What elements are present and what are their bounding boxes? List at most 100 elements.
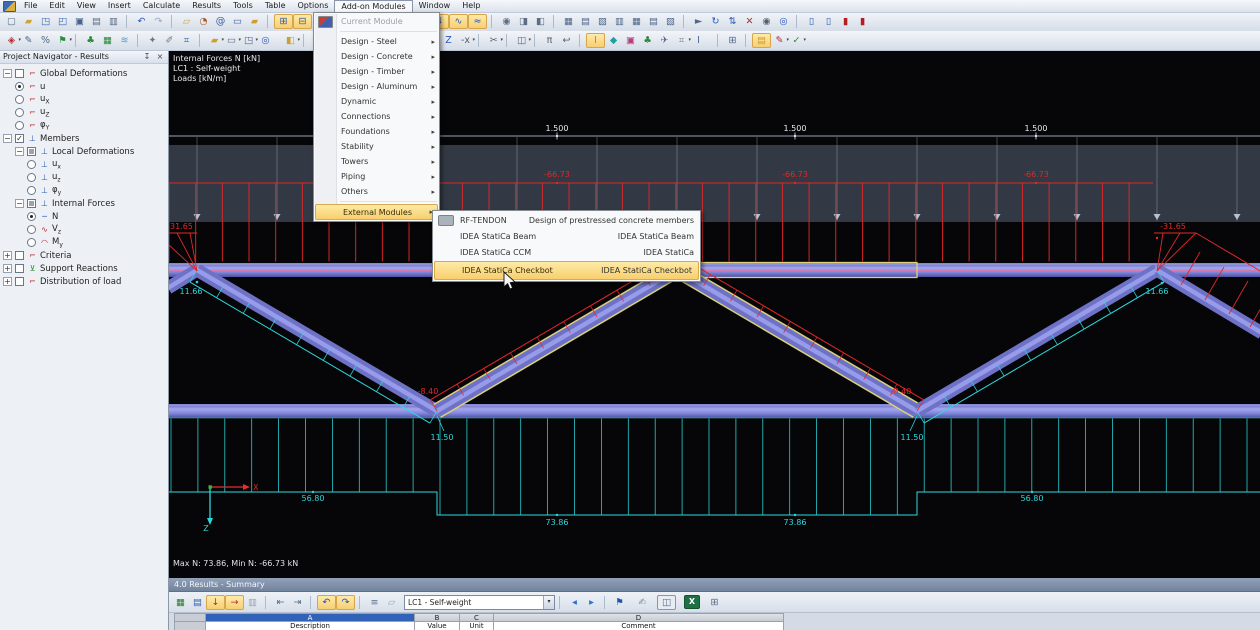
- icon-prev-case[interactable]: ◂: [566, 595, 583, 610]
- tree-item-my[interactable]: ◠My: [0, 236, 168, 249]
- icon-col-right[interactable]: ⇥: [289, 595, 306, 610]
- tree-item-uz[interactable]: ⌐uZ: [0, 106, 168, 119]
- icon-export[interactable]: ◰: [54, 14, 71, 29]
- tree-item-local-deformations[interactable]: −⊥Local Deformations: [0, 145, 168, 158]
- tree-item-u[interactable]: ⌐u: [0, 80, 168, 93]
- menu-item-external-modules[interactable]: External Modules▸: [315, 204, 438, 220]
- menu-item-others[interactable]: Others▸: [314, 184, 439, 199]
- menu-help[interactable]: Help: [456, 0, 486, 12]
- icon-droplet[interactable]: ◆: [605, 33, 622, 48]
- checkbox[interactable]: [15, 277, 24, 286]
- icon-sphere[interactable]: ◎: [257, 33, 274, 48]
- radio-button[interactable]: [15, 82, 24, 91]
- column-label-value[interactable]: Value: [415, 622, 460, 630]
- radio-button[interactable]: [27, 160, 36, 169]
- tree-item-y[interactable]: ⌐φY: [0, 119, 168, 132]
- menu-insert[interactable]: Insert: [102, 0, 137, 12]
- icon-table-7[interactable]: ▧: [662, 14, 679, 29]
- icon-monitor-2[interactable]: ▯: [820, 14, 837, 29]
- column-header-d[interactable]: D: [494, 613, 784, 622]
- icon-pdf-print-1[interactable]: ▮: [837, 14, 854, 29]
- icon-flag-tool[interactable]: ⚑▾: [54, 33, 71, 48]
- collapse-icon[interactable]: −: [15, 147, 24, 156]
- tree-item-y[interactable]: ⊥φy: [0, 184, 168, 197]
- icon-orbit[interactable]: ◎: [775, 14, 792, 29]
- icon-print[interactable]: ▤: [88, 14, 105, 29]
- menu-item-design-steel[interactable]: Design - Steel▸: [314, 34, 439, 49]
- tree-item-uz[interactable]: ⊥uz: [0, 171, 168, 184]
- table-row-header[interactable]: [174, 622, 206, 630]
- menu-options[interactable]: Options: [292, 0, 335, 12]
- icon-mouse-mode[interactable]: ◉: [758, 14, 775, 29]
- icon-undo-table[interactable]: ↶: [317, 595, 336, 610]
- collapse-icon[interactable]: −: [3, 69, 12, 78]
- column-label-comment[interactable]: Comment: [494, 622, 784, 630]
- icon-mail[interactable]: @: [212, 14, 229, 29]
- icon-folder-options[interactable]: ▰▾: [206, 33, 223, 48]
- checkbox[interactable]: [27, 147, 36, 156]
- menu-add-on-modules[interactable]: Add-on Modules: [334, 0, 412, 12]
- icon-table-view[interactable]: ⊞: [274, 14, 293, 29]
- tree-item-support-reactions[interactable]: +⊻Support Reactions: [0, 262, 168, 275]
- chevron-down-icon[interactable]: ▾: [543, 596, 554, 609]
- icon-table-off[interactable]: ▥: [244, 595, 261, 610]
- icon-mirror[interactable]: ⇅: [724, 14, 741, 29]
- column-header-b[interactable]: B: [415, 613, 460, 622]
- icon-plane[interactable]: ✈: [656, 33, 673, 48]
- icon-table-export[interactable]: ▦: [172, 595, 189, 610]
- icon-axis-z[interactable]: Z: [440, 33, 457, 48]
- icon-cube-colors[interactable]: ▣: [622, 33, 639, 48]
- loadcase-combo[interactable]: LC1 - Self-weight▾: [404, 595, 555, 610]
- icon-select-arrow[interactable]: ►: [690, 14, 707, 29]
- icon-cut[interactable]: ✂▾: [485, 33, 502, 48]
- table-corner-cell[interactable]: [174, 613, 206, 622]
- icon-chart-off[interactable]: ▱: [383, 595, 400, 610]
- icon-pencil[interactable]: ✎: [20, 33, 37, 48]
- tree-item-global-deformations[interactable]: −⌐Global Deformations: [0, 67, 168, 80]
- menu-window[interactable]: Window: [413, 0, 457, 12]
- checkbox[interactable]: [15, 69, 24, 78]
- icon-table-5[interactable]: ▦: [628, 14, 645, 29]
- icon-calculator[interactable]: ⊞: [706, 595, 723, 610]
- menu-view[interactable]: View: [71, 0, 102, 12]
- icon-table-down[interactable]: ↓: [206, 595, 225, 610]
- icon-chart-box[interactable]: ◫: [657, 595, 676, 610]
- menu-item-design-aluminum[interactable]: Design - Aluminum▸: [314, 79, 439, 94]
- icon-member-2[interactable]: Ⅰ: [690, 33, 707, 48]
- menu-results[interactable]: Results: [186, 0, 227, 12]
- icon-back[interactable]: ↩: [558, 33, 575, 48]
- icon-pen-snap[interactable]: ✐: [161, 33, 178, 48]
- menu-file[interactable]: File: [18, 0, 43, 12]
- icon-percent[interactable]: %: [37, 33, 54, 48]
- tree-item-ux[interactable]: ⊥ux: [0, 158, 168, 171]
- icon-open-folder[interactable]: ▰: [20, 14, 37, 29]
- icon-pdf-print-2[interactable]: ▮: [854, 14, 871, 29]
- icon-undo[interactable]: ↶: [133, 14, 150, 29]
- menu-edit[interactable]: Edit: [43, 0, 71, 12]
- icon-axis-neg-x[interactable]: -x▾: [457, 33, 474, 48]
- icon-clip-left[interactable]: ◨: [515, 14, 532, 29]
- icon-table-4[interactable]: ▥: [611, 14, 628, 29]
- radio-button[interactable]: [27, 225, 36, 234]
- icon-grid-options[interactable]: ⌗▾: [673, 33, 690, 48]
- tree-item-criteria[interactable]: +⌐Criteria: [0, 249, 168, 262]
- icon-redo[interactable]: ↷: [150, 14, 167, 29]
- icon-rotate-view[interactable]: ↻: [707, 14, 724, 29]
- menu-table[interactable]: Table: [259, 0, 292, 12]
- icon-section[interactable]: π: [541, 33, 558, 48]
- expand-icon[interactable]: +: [3, 251, 12, 260]
- tree-item-vz[interactable]: ∿Vz: [0, 223, 168, 236]
- expand-icon[interactable]: +: [3, 277, 12, 286]
- pin-icon[interactable]: ↧: [142, 52, 152, 61]
- submenu-item-idea-statica-checkbot[interactable]: IDEA StatiCa CheckbotIDEA StatiCa Checkb…: [434, 261, 699, 279]
- icon-panels[interactable]: ⊞: [724, 33, 741, 48]
- tree-item-n[interactable]: ─N: [0, 210, 168, 223]
- icon-visibility[interactable]: ◉: [498, 14, 515, 29]
- menu-item-current-module[interactable]: Current Module: [314, 14, 439, 29]
- icon-table-2[interactable]: ▤: [577, 14, 594, 29]
- icon-redo-table[interactable]: ↷: [336, 595, 355, 610]
- menu-item-foundations[interactable]: Foundations▸: [314, 124, 439, 139]
- icon-rows[interactable]: ≡: [366, 595, 383, 610]
- icon-doc-display[interactable]: ▤: [752, 33, 771, 48]
- column-label-description[interactable]: Description: [206, 622, 415, 630]
